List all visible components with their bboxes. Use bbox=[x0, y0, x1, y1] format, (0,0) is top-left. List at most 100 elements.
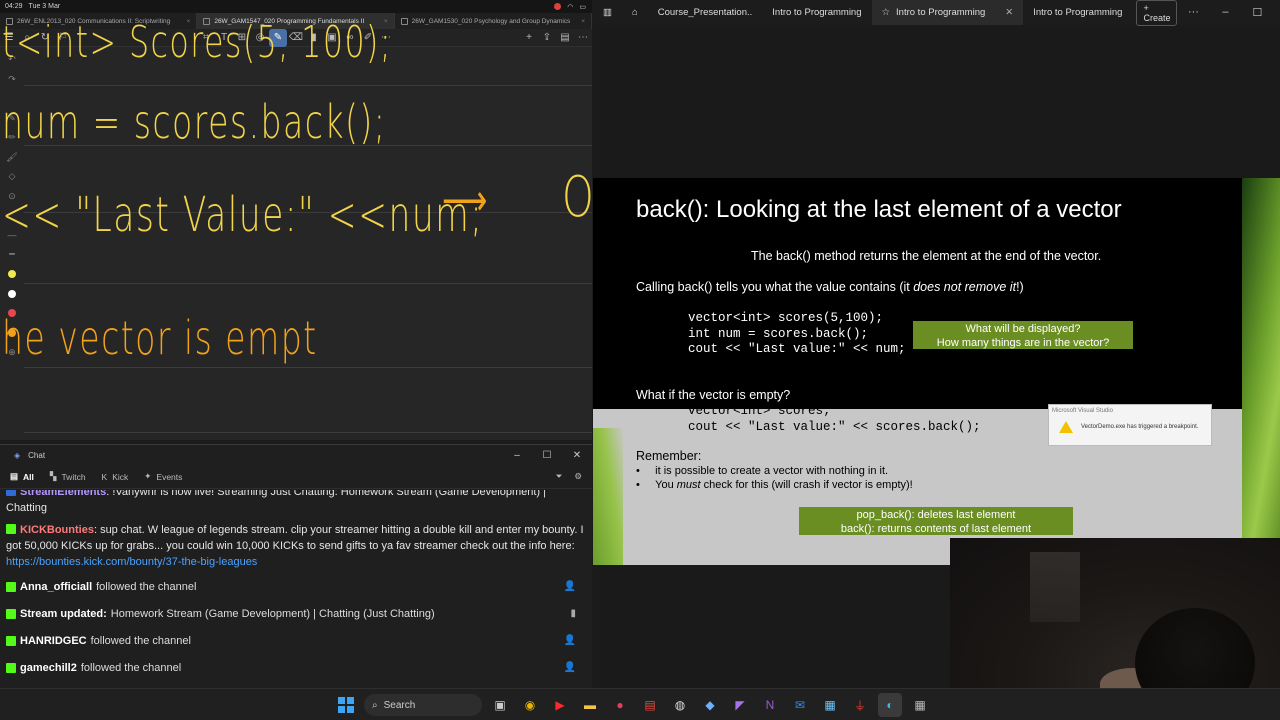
more-menu-icon[interactable]: ··· bbox=[1177, 6, 1209, 19]
slide-green-accent bbox=[1242, 178, 1280, 565]
share-icon[interactable]: ⇪ bbox=[538, 29, 556, 47]
taskbar-search[interactable]: ⌕ Search bbox=[364, 694, 482, 716]
event-text: followed the channel bbox=[90, 634, 191, 647]
redo-icon[interactable]: ↷ bbox=[2, 70, 22, 90]
wifi-icon: ◠ bbox=[567, 3, 574, 11]
export-icon[interactable]: ▤ bbox=[556, 29, 574, 47]
github-icon[interactable]: ◍ bbox=[668, 693, 692, 717]
slide-title: back(): Looking at the last element of a… bbox=[636, 196, 1122, 223]
follow-icon[interactable]: 👤 bbox=[564, 581, 586, 592]
video-app-icon[interactable]: ▤ bbox=[638, 693, 662, 717]
chat-app-icon: ◈ bbox=[14, 450, 21, 460]
streamlabs-icon[interactable]: ● bbox=[608, 693, 632, 717]
acrobat-icon[interactable]: ⏚ bbox=[848, 693, 872, 717]
kick-badge-icon bbox=[6, 524, 16, 534]
star-icon[interactable]: ☆ bbox=[882, 7, 891, 18]
filter-twitch[interactable]: ▚ Twitch bbox=[50, 471, 86, 482]
dialog-title: Microsoft Visual Studio bbox=[1052, 408, 1113, 414]
minimize-button[interactable]: – bbox=[1209, 6, 1241, 19]
tab-intro-1[interactable]: Intro to Programming bbox=[762, 0, 871, 25]
event-user[interactable]: gamechill2 bbox=[20, 662, 77, 674]
settings-icon[interactable]: ⚙ bbox=[574, 471, 582, 482]
windows-logo-icon bbox=[338, 697, 354, 713]
git-app-icon[interactable]: ◆ bbox=[698, 693, 722, 717]
bullet-1: • it is possible to create a vector with… bbox=[636, 465, 889, 477]
chat-message: StreamElements: !Vanywnr is now live! St… bbox=[0, 490, 592, 519]
more-options-icon[interactable]: ⋯ bbox=[574, 29, 592, 47]
event-text: followed the channel bbox=[80, 661, 182, 674]
notebook-tab-psychology[interactable]: 26W_GAM1530_020 Psychology and Group Dyn… bbox=[395, 13, 592, 29]
bullet-2: • You must check for this (will crash if… bbox=[636, 479, 913, 491]
youtube-icon[interactable]: ▶ bbox=[548, 693, 572, 717]
follow-icon[interactable]: 👤 bbox=[564, 635, 586, 646]
filter-twitch-label: Twitch bbox=[61, 471, 86, 482]
brush-icon[interactable]: 🖌 bbox=[2, 148, 22, 168]
home-icon[interactable]: ⌂ bbox=[622, 0, 648, 25]
add-page-icon[interactable]: + bbox=[520, 29, 538, 47]
handwritten-line-declaration: t<int> Scores(5, 100); bbox=[2, 17, 392, 68]
close-button[interactable]: ✕ bbox=[1273, 6, 1280, 19]
eraser-small-icon[interactable]: ◇ bbox=[2, 167, 22, 187]
color-swatch-white[interactable] bbox=[2, 284, 22, 304]
outlook-icon[interactable]: ✉ bbox=[788, 693, 812, 717]
chat-messages: StreamElements: !Vanywnr is now live! St… bbox=[0, 490, 592, 689]
notepad-icon[interactable]: ▦ bbox=[818, 693, 842, 717]
edge-icon[interactable]: ◐ bbox=[878, 693, 902, 717]
tab-label: Course_Presentation.. bbox=[657, 7, 753, 18]
calculator-icon[interactable]: ▦ bbox=[908, 693, 932, 717]
chat-event: Anna_officiall followed the channel 👤 bbox=[0, 573, 592, 600]
onenote-icon[interactable]: N bbox=[758, 693, 782, 717]
kick-badge-icon bbox=[6, 581, 16, 592]
filter-events[interactable]: ✦ Events bbox=[144, 471, 182, 482]
chat-title: Chat bbox=[28, 450, 46, 460]
event-user[interactable]: Anna_officiall bbox=[20, 581, 92, 593]
event-text: followed the channel bbox=[96, 580, 197, 593]
start-button[interactable] bbox=[334, 693, 358, 717]
webcam-person-hair bbox=[1135, 608, 1255, 688]
bullet-1-text: it is possible to create a vector with n… bbox=[655, 465, 889, 477]
chat-filter-bar: ▤ All ▚ Twitch K Kick ✦ Events ⏷ ⚙ bbox=[0, 465, 592, 489]
filter-all[interactable]: ▤ All bbox=[10, 471, 34, 482]
visual-studio-icon[interactable]: ◤ bbox=[728, 693, 752, 717]
vs-breakpoint-dialog[interactable]: Microsoft Visual Studio VectorDemo.exe h… bbox=[1048, 404, 1212, 446]
notebook-tab-label: 26W_GAM1530_020 Psychology and Group Dyn… bbox=[411, 17, 571, 25]
chat-username[interactable]: KICKBounties bbox=[20, 524, 94, 536]
maximize-button[interactable]: ☐ bbox=[1241, 6, 1273, 19]
tab-label: Intro to Programming bbox=[1033, 7, 1123, 18]
chat-username[interactable]: StreamElements bbox=[20, 490, 106, 498]
file-explorer-icon[interactable]: ▬ bbox=[578, 693, 602, 717]
chat-message: KICKBounties: sup chat. W league of lege… bbox=[0, 519, 592, 573]
event-user[interactable]: HANRIDGEC bbox=[20, 635, 87, 647]
webcam-background bbox=[1030, 552, 1080, 622]
sidebar-toggle-icon[interactable]: ▥ bbox=[593, 0, 622, 25]
date: Tue 3 Mar bbox=[28, 3, 61, 10]
tab-course-presentation[interactable]: Course_Presentation.. bbox=[648, 0, 763, 25]
bullet-2-a: You bbox=[655, 479, 677, 491]
follow-icon[interactable]: 👤 bbox=[564, 662, 586, 673]
event-text: Homework Stream (Game Development) | Cha… bbox=[110, 607, 435, 620]
bounty-link[interactable]: https://bounties.kick.com/bounty/37-the-… bbox=[6, 556, 257, 568]
filter-icon[interactable]: ⏷ bbox=[556, 471, 563, 482]
handwriting-canvas[interactable]: t<int> Scores(5, 100); num = scores.back… bbox=[2, 17, 592, 440]
chrome-icon[interactable]: ◉ bbox=[518, 693, 542, 717]
color-swatch-yellow[interactable] bbox=[2, 265, 22, 285]
task-view-icon[interactable]: ▣ bbox=[488, 693, 512, 717]
close-tab-icon[interactable]: ✕ bbox=[1005, 7, 1013, 18]
maximize-button[interactable]: ☐ bbox=[532, 450, 562, 461]
tab-intro-active[interactable]: ☆ Intro to Programming ✕ bbox=[871, 0, 1024, 25]
chat-titlebar: ◈ Chat – ☐ ✕ bbox=[0, 445, 592, 465]
close-button[interactable]: ✕ bbox=[562, 450, 592, 461]
tab-intro-3[interactable]: Intro to Programming bbox=[1023, 0, 1132, 25]
create-button[interactable]: + Create bbox=[1136, 0, 1178, 26]
empty-question: What if the vector is empty? bbox=[636, 388, 791, 402]
slide-green-accent-left bbox=[593, 428, 623, 565]
thick-line-icon[interactable]: ━ bbox=[2, 245, 22, 265]
twitch-icon: ▚ bbox=[49, 471, 57, 481]
filter-kick[interactable]: K Kick bbox=[102, 472, 129, 482]
clock: 04:29 bbox=[5, 3, 23, 10]
close-icon[interactable]: × bbox=[581, 18, 585, 25]
minimize-button[interactable]: – bbox=[502, 450, 532, 461]
text-cursor-icon: I bbox=[993, 400, 996, 410]
bullet-2-b: check for this (will crash if vector is … bbox=[700, 479, 913, 491]
warning-icon bbox=[1059, 421, 1073, 433]
